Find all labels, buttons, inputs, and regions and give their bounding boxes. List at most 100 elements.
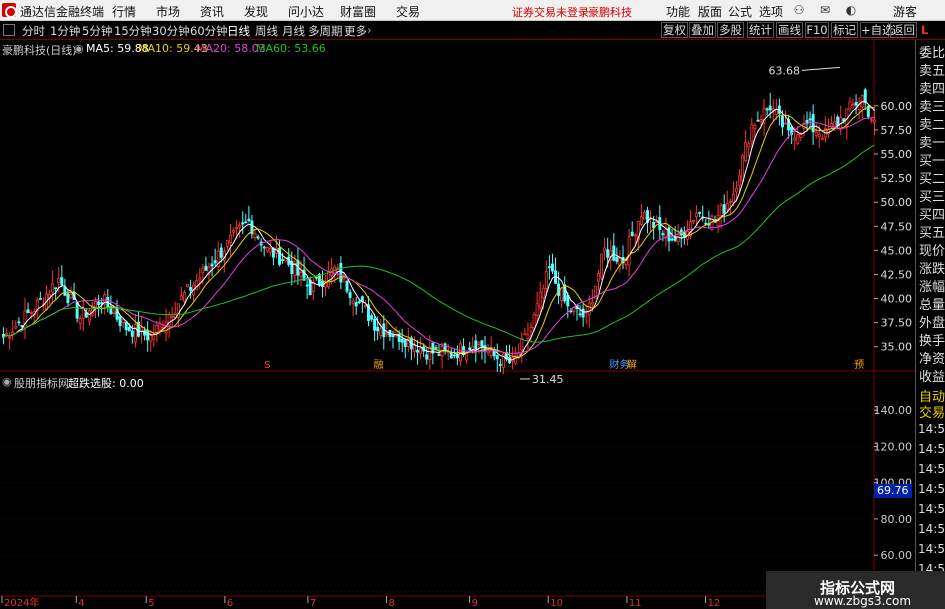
menu-item-fortune[interactable]: 财富圈: [340, 3, 376, 20]
candle-down: [354, 302, 358, 307]
fuquan-button[interactable]: 复权: [661, 22, 688, 38]
login-notice[interactable]: 证券交易未登录: [512, 4, 589, 20]
menu-item-discover[interactable]: 发现: [244, 3, 268, 20]
candle-down: [498, 364, 502, 366]
menu-item-market[interactable]: 行情: [112, 3, 136, 20]
level-l-icon: L: [921, 23, 929, 37]
back-button[interactable]: 返回: [890, 22, 917, 38]
tab-30min[interactable]: 30分钟: [152, 23, 190, 39]
high-price-annotation: 63.68: [769, 64, 801, 77]
user-label[interactable]: 游客: [893, 3, 917, 20]
candle-up: [814, 131, 818, 136]
menu-item-trade[interactable]: 交易: [396, 3, 420, 20]
candle-down: [118, 316, 122, 326]
draw-line-button[interactable]: 画线: [776, 22, 803, 38]
candle-down: [403, 339, 407, 347]
candle-up: [750, 124, 754, 143]
tick-time: 14:55: [918, 422, 945, 436]
candle-down: [557, 283, 561, 296]
tab-5min[interactable]: 5分钟: [82, 23, 112, 39]
candle-up: [419, 347, 423, 354]
tab-1min[interactable]: 1分钟: [50, 23, 80, 39]
candle-down: [124, 321, 128, 331]
more-chevron-icon[interactable]: ›: [367, 23, 372, 37]
indicator-current-value: 69.76: [874, 484, 912, 498]
candle-up: [872, 119, 876, 123]
candle-up: [29, 312, 33, 314]
skin-icon[interactable]: ◐: [844, 3, 858, 17]
statistics-button[interactable]: 统计: [747, 22, 774, 38]
candle-down: [854, 102, 858, 106]
candle-down: [241, 222, 245, 225]
candle-down: [63, 286, 67, 296]
candle-up: [695, 212, 699, 218]
candle-down: [698, 211, 702, 214]
candle-down: [443, 343, 447, 351]
candle-up: [676, 234, 680, 243]
tab-60min[interactable]: 60分钟: [190, 23, 228, 39]
tab-monthly[interactable]: 月线: [282, 23, 305, 39]
tab-intraday[interactable]: 分时: [22, 23, 45, 39]
candle-up: [477, 342, 481, 345]
candle-up: [731, 193, 735, 203]
candle-up: [268, 247, 272, 253]
candle-down: [281, 259, 285, 262]
menu-item-markets[interactable]: 市场: [156, 3, 180, 20]
multi-stock-button[interactable]: 多股: [717, 22, 744, 38]
f10-button[interactable]: F10: [805, 22, 829, 38]
panel-toggle-icon[interactable]: [3, 24, 15, 36]
add-watchlist-button[interactable]: +自选: [860, 22, 894, 38]
candle-up: [753, 124, 757, 130]
candle-up: [121, 319, 125, 323]
menu-item-layout[interactable]: 版面: [698, 3, 722, 20]
tick-time: 14:56: [918, 502, 945, 516]
candle-down: [247, 218, 251, 222]
candle-up: [94, 301, 98, 308]
candle-up: [869, 119, 873, 121]
tab-multi-period[interactable]: 多周期: [308, 23, 343, 39]
candle-up: [238, 225, 242, 228]
quote-label: 买二: [919, 172, 945, 187]
candle-up: [446, 351, 450, 354]
menu-item-function[interactable]: 功能: [666, 3, 690, 20]
tab-daily[interactable]: 日线: [227, 23, 250, 39]
menu-item-formula[interactable]: 公式: [728, 3, 752, 20]
period-toolbar: 分时 1分钟 5分钟 15分钟 30分钟 60分钟 日线 周线 月线 多周期 更…: [0, 21, 945, 40]
menu-item-news[interactable]: 资讯: [200, 3, 224, 20]
candle-up: [182, 292, 186, 302]
candle-up: [860, 94, 864, 108]
date-tick-label: 7: [310, 598, 316, 609]
candle-up: [327, 270, 331, 288]
menu-item-ask[interactable]: 问小达: [288, 3, 324, 20]
menu-item-options[interactable]: 选项: [759, 3, 783, 20]
candle-down: [606, 249, 610, 258]
date-tick-label: 9: [472, 598, 478, 609]
tab-weekly[interactable]: 周线: [255, 23, 278, 39]
ma10-line: [3, 106, 875, 358]
date-tick-label: 6: [227, 598, 233, 609]
indicator-tick-label: 60.00: [881, 549, 913, 562]
date-tick-label: 11: [629, 598, 642, 609]
candle-down: [75, 302, 79, 319]
quote-label: 买三: [919, 190, 945, 205]
date-tick-label: 8: [389, 598, 395, 609]
candle-down: [189, 287, 193, 291]
kline-chart[interactable]: 60.00 57.50 55.00 52.50 50.00 47.50 45.00 42.50…: [0, 40, 915, 609]
user-icon[interactable]: ⚇: [792, 3, 806, 17]
candle-up: [627, 236, 631, 266]
message-icon[interactable]: ✉: [818, 3, 832, 17]
indicator-axis: 140.00120.00100.0080.0060.0040.00: [874, 404, 913, 598]
candle-up: [57, 277, 61, 283]
indicator-tick-label: 120.00: [874, 440, 913, 453]
stock-link[interactable]: 豪鹏科技: [588, 4, 632, 20]
candle-up: [633, 234, 637, 237]
tab-more[interactable]: 更多: [344, 23, 367, 39]
candle-up: [851, 103, 855, 106]
mark-button[interactable]: 标记: [831, 22, 858, 38]
candle-down: [452, 354, 456, 357]
candle-up: [179, 295, 183, 300]
candle-up: [532, 314, 536, 329]
overlay-button[interactable]: 叠加: [689, 22, 716, 38]
tab-15min[interactable]: 15分钟: [114, 23, 152, 39]
auto-trade-label[interactable]: 交易: [919, 402, 945, 421]
